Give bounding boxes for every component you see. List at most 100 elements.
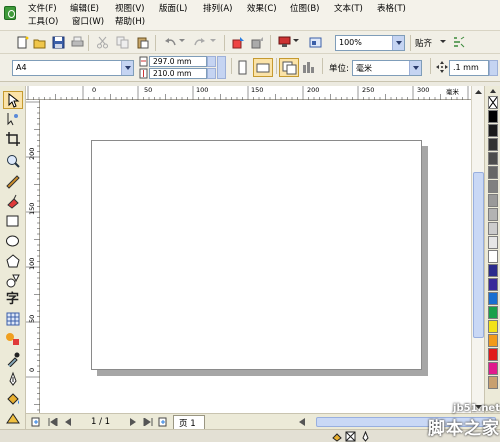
menu-arrange[interactable]: 排列(A) bbox=[203, 2, 232, 14]
current-page-icon[interactable] bbox=[302, 60, 316, 74]
vertical-ruler[interactable]: 200 150 100 50 0 bbox=[26, 100, 40, 413]
copy-icon[interactable] bbox=[116, 36, 129, 49]
first-page-icon[interactable] bbox=[48, 418, 58, 426]
color-swatch[interactable] bbox=[488, 264, 498, 277]
pick-tool-button[interactable] bbox=[3, 91, 23, 109]
save-icon[interactable] bbox=[52, 36, 65, 49]
size-spinner[interactable] bbox=[217, 56, 226, 79]
export-icon[interactable] bbox=[251, 36, 264, 49]
color-swatch[interactable] bbox=[488, 348, 498, 361]
vertical-scrollbar[interactable] bbox=[471, 86, 484, 414]
rectangle-tool-icon[interactable] bbox=[5, 213, 21, 229]
menu-edit[interactable]: 编辑(E) bbox=[70, 2, 99, 14]
palette-scroll-up-icon[interactable] bbox=[489, 88, 497, 94]
menu-bitmaps[interactable]: 位图(B) bbox=[290, 2, 319, 14]
page-height-field[interactable]: 210.0 mm bbox=[149, 68, 207, 79]
polygon-tool-icon[interactable] bbox=[5, 253, 21, 269]
menu-view[interactable]: 视图(V) bbox=[115, 2, 144, 14]
menu-tools[interactable]: 工具(O) bbox=[28, 15, 58, 27]
color-swatch[interactable] bbox=[488, 376, 498, 389]
color-swatch[interactable] bbox=[488, 250, 498, 263]
document-page[interactable] bbox=[91, 140, 422, 370]
no-fill-swatch[interactable] bbox=[488, 96, 498, 109]
menu-file[interactable]: 文件(F) bbox=[28, 2, 57, 14]
interactive-blend-tool-icon[interactable] bbox=[5, 331, 21, 347]
table-tool-icon[interactable] bbox=[5, 311, 21, 327]
new-document-icon[interactable] bbox=[16, 36, 29, 49]
print-icon[interactable] bbox=[71, 36, 84, 49]
undo-dropdown-arrow[interactable] bbox=[179, 39, 185, 42]
last-page-icon[interactable] bbox=[143, 418, 153, 426]
launcher-dropdown-arrow[interactable] bbox=[293, 39, 299, 42]
horizontal-ruler[interactable]: 0 50 100 150 200 250 300 毫米 bbox=[26, 86, 471, 100]
landscape-orientation-button[interactable] bbox=[253, 58, 273, 77]
options-icon[interactable] bbox=[452, 36, 465, 49]
color-swatch[interactable] bbox=[488, 222, 498, 235]
all-pages-button[interactable] bbox=[279, 58, 299, 77]
text-tool-icon[interactable]: 字 bbox=[5, 290, 21, 306]
units-combo[interactable]: 毫米 bbox=[352, 60, 422, 76]
color-swatch[interactable] bbox=[488, 208, 498, 221]
smart-fill-tool-icon[interactable] bbox=[5, 193, 21, 209]
menu-help[interactable]: 帮助(H) bbox=[115, 15, 145, 27]
color-swatch[interactable] bbox=[488, 166, 498, 179]
menu-effects[interactable]: 效果(C) bbox=[247, 2, 277, 14]
previous-page-icon[interactable] bbox=[64, 418, 72, 426]
paper-size-combo[interactable]: A4 bbox=[12, 60, 134, 76]
nudge-distance-field[interactable]: .1 mm bbox=[449, 60, 489, 76]
menu-layout[interactable]: 版面(L) bbox=[159, 2, 187, 14]
vertical-scroll-thumb[interactable] bbox=[473, 172, 484, 338]
interactive-fill-tool-icon[interactable] bbox=[5, 411, 21, 427]
width-spinner[interactable] bbox=[207, 56, 216, 67]
open-folder-icon[interactable] bbox=[33, 36, 46, 49]
chevron-down-icon[interactable] bbox=[121, 61, 133, 75]
menu-window[interactable]: 窗口(W) bbox=[72, 15, 104, 27]
outline-indicator-icon[interactable] bbox=[360, 431, 371, 442]
basic-shapes-tool-icon[interactable] bbox=[5, 273, 21, 289]
menu-text[interactable]: 文本(T) bbox=[334, 2, 363, 14]
chevron-down-icon[interactable] bbox=[392, 36, 404, 50]
redo-dropdown-arrow[interactable] bbox=[210, 39, 216, 42]
freehand-tool-icon[interactable] bbox=[5, 173, 21, 189]
zoom-tool-icon[interactable] bbox=[5, 153, 21, 169]
color-swatch[interactable] bbox=[488, 320, 498, 333]
color-swatch[interactable] bbox=[488, 110, 498, 123]
portrait-orientation-icon[interactable] bbox=[236, 60, 249, 75]
color-swatch[interactable] bbox=[488, 236, 498, 249]
menu-table[interactable]: 表格(T) bbox=[377, 2, 406, 14]
snap-dropdown-arrow[interactable] bbox=[440, 40, 446, 43]
color-swatch[interactable] bbox=[488, 278, 498, 291]
color-swatch[interactable] bbox=[488, 124, 498, 137]
color-swatch[interactable] bbox=[488, 138, 498, 151]
no-fill-indicator-icon[interactable] bbox=[345, 431, 356, 442]
next-page-icon[interactable] bbox=[129, 418, 137, 426]
color-swatch[interactable] bbox=[488, 306, 498, 319]
color-swatch[interactable] bbox=[488, 152, 498, 165]
shape-tool-icon[interactable] bbox=[5, 111, 21, 127]
add-page-after-icon[interactable] bbox=[158, 417, 168, 427]
color-swatch[interactable] bbox=[488, 292, 498, 305]
color-swatch[interactable] bbox=[488, 362, 498, 375]
redo-icon[interactable] bbox=[193, 36, 206, 49]
fill-tool-icon[interactable] bbox=[5, 391, 21, 407]
outline-pen-tool-icon[interactable] bbox=[5, 371, 21, 387]
application-launcher-icon[interactable] bbox=[278, 36, 291, 49]
zoom-level-combo[interactable]: 100% bbox=[335, 35, 405, 51]
color-swatch[interactable] bbox=[488, 180, 498, 193]
eyedropper-tool-icon[interactable] bbox=[5, 351, 21, 367]
color-swatch[interactable] bbox=[488, 334, 498, 347]
page-tab-1[interactable]: 页 1 bbox=[173, 415, 205, 429]
scroll-left-icon[interactable] bbox=[298, 418, 306, 426]
cut-icon[interactable] bbox=[96, 36, 109, 49]
add-page-icon[interactable] bbox=[31, 417, 41, 427]
height-spinner[interactable] bbox=[207, 68, 216, 79]
scroll-up-icon[interactable] bbox=[474, 88, 483, 96]
crop-tool-icon[interactable] bbox=[5, 131, 21, 147]
fill-indicator-icon[interactable] bbox=[331, 431, 342, 442]
nudge-spinner[interactable] bbox=[489, 60, 498, 76]
undo-icon[interactable] bbox=[164, 36, 177, 49]
chevron-down-icon[interactable] bbox=[409, 61, 421, 75]
paste-icon[interactable] bbox=[136, 36, 149, 49]
ellipse-tool-icon[interactable] bbox=[5, 233, 21, 249]
snap-to-menu[interactable]: 贴齐 bbox=[415, 37, 432, 49]
